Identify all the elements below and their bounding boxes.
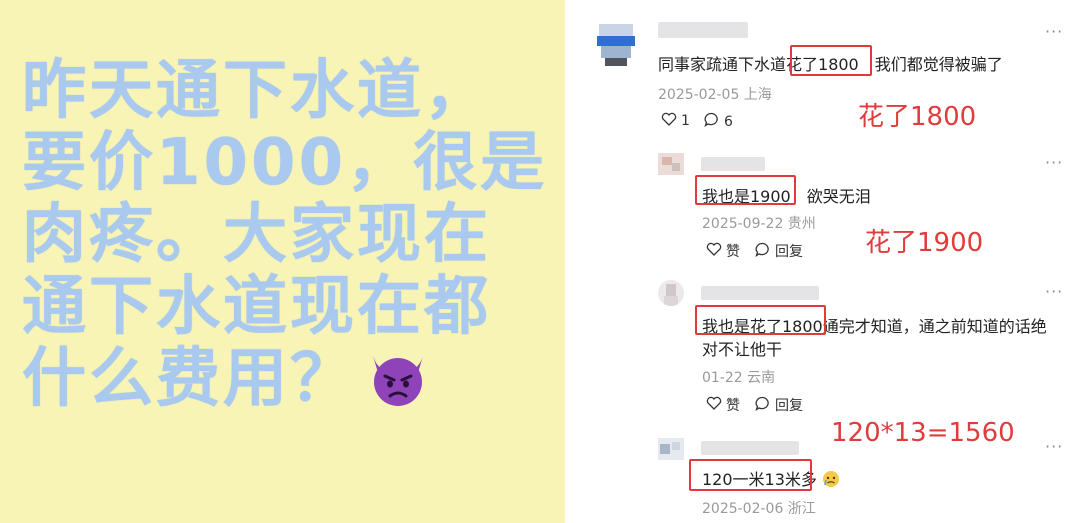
heart-icon [706, 242, 722, 260]
reply-label: 回复 [775, 398, 803, 414]
comments-panel: ··· 同事家疏通下水道花了1800 我们都觉得被骗了 2025-02-05 上海… [565, 0, 1080, 523]
like-label: 赞 [726, 398, 740, 414]
heart-icon [661, 112, 677, 130]
comment-meta: 2025-02-06 浙江 [702, 501, 816, 517]
annotation-note: 花了1800 [858, 102, 977, 132]
chat-bubble-icon [755, 396, 771, 415]
reply-button[interactable]: 回复 [755, 241, 803, 261]
post-question-text: 昨天通下水道， 要价1000，很是 肉疼。大家现在 通下水道现在都 什么费用？ [22, 55, 562, 415]
like-button[interactable]: 赞 [706, 241, 740, 261]
reply-button[interactable]: 回复 [755, 395, 803, 415]
devil-face-icon [363, 346, 433, 408]
username-blurred[interactable] [701, 441, 799, 455]
highlight-box [790, 45, 872, 76]
annotation-note: 120*13=1560 [831, 418, 1015, 448]
post-image-panel: 昨天通下水道， 要价1000，很是 肉疼。大家现在 通下水道现在都 什么费用？ [0, 0, 565, 523]
highlight-box [695, 305, 826, 335]
more-options-button[interactable]: ··· [1045, 153, 1063, 172]
like-label: 赞 [726, 244, 740, 260]
more-options-button[interactable]: ··· [1045, 282, 1063, 301]
comment-meta: 2025-09-22 贵州 [702, 216, 816, 232]
username-blurred[interactable] [658, 22, 748, 38]
question-line-3: 肉疼。大家现在 [22, 198, 491, 272]
comment-meta: 2025-02-05 上海 [658, 87, 772, 103]
annotation-note: 花了1900 [865, 228, 984, 258]
avatar[interactable] [658, 153, 684, 175]
like-count: 1 [681, 113, 690, 129]
chat-bubble-icon [704, 112, 720, 131]
comment-text-line2: 对不让他干 [702, 340, 783, 359]
comment-meta: 01-22 云南 [702, 370, 776, 386]
question-line-4: 通下水道现在都 [22, 270, 491, 344]
more-options-button[interactable]: ··· [1045, 22, 1063, 41]
question-line-5: 什么费用？ [22, 343, 562, 415]
reply-label: 回复 [775, 244, 803, 260]
question-line-1: 昨天通下水道， [22, 54, 491, 128]
reply-count: 6 [724, 113, 733, 130]
more-options-button[interactable]: ··· [1045, 437, 1063, 456]
like-button[interactable]: 赞 [706, 395, 740, 415]
avatar[interactable] [595, 22, 637, 66]
reply-button[interactable]: 6 [704, 112, 733, 131]
avatar[interactable] [658, 438, 684, 460]
highlight-box [695, 175, 796, 205]
heart-icon [706, 396, 722, 414]
username-blurred[interactable] [701, 157, 765, 171]
crying-emoji-icon [822, 470, 840, 492]
highlight-box [689, 459, 812, 491]
question-line-2: 要价1000，很是 [22, 126, 548, 200]
username-blurred[interactable] [701, 286, 819, 300]
chat-bubble-icon [755, 242, 771, 261]
avatar[interactable] [658, 280, 684, 306]
like-button[interactable]: 1 [661, 112, 690, 130]
